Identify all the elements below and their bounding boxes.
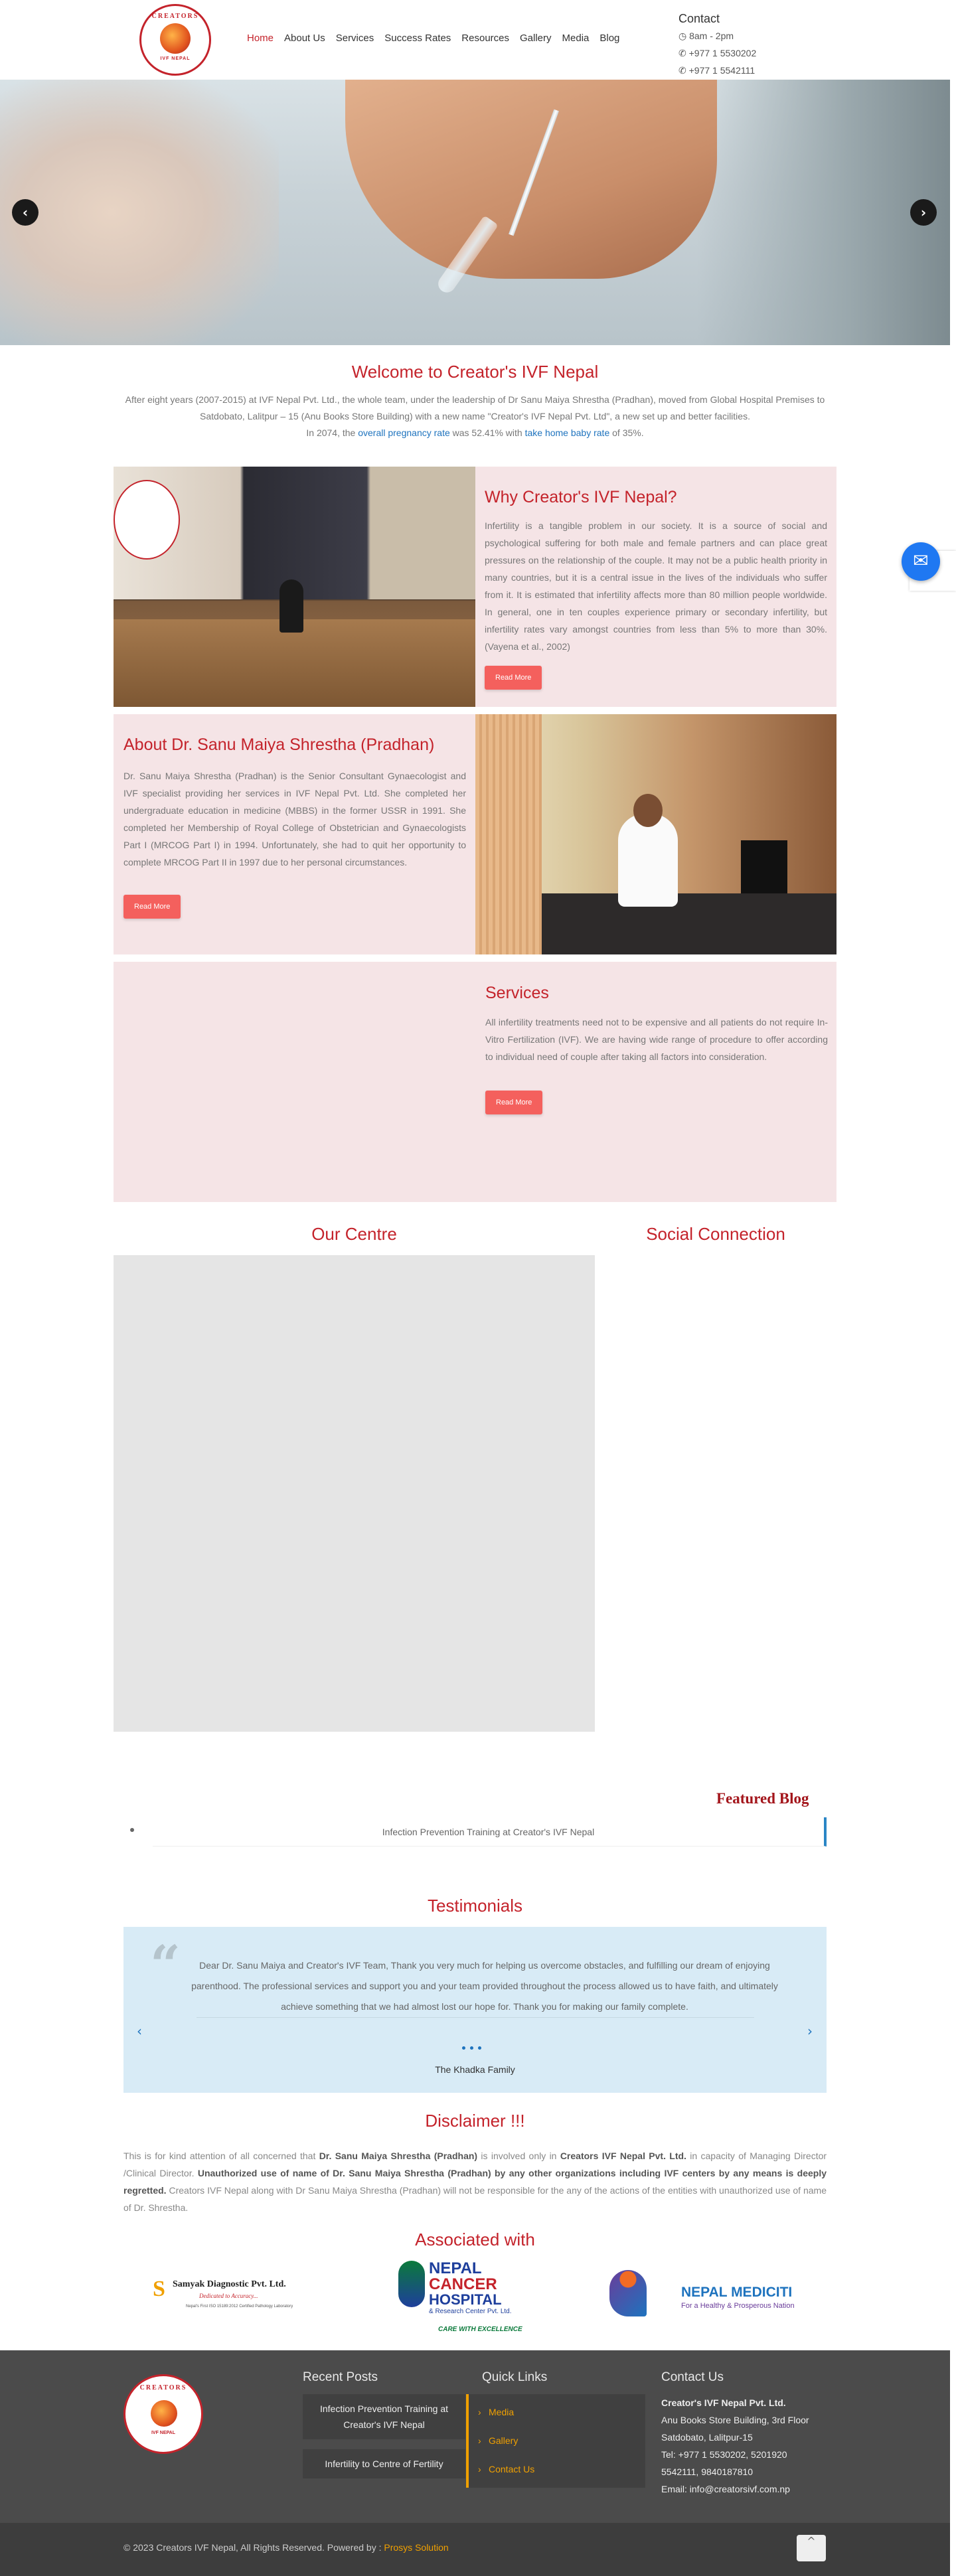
services-text: All infertility treatments need not to b…: [485, 1017, 828, 1062]
nav-blog[interactable]: Blog: [594, 31, 625, 46]
hero-slider: ‹ ›: [0, 80, 950, 345]
nav-success-rates[interactable]: Success Rates: [379, 31, 456, 46]
quick-link-media[interactable]: Media: [469, 2398, 645, 2427]
logo-emblem: [160, 23, 191, 54]
quick-link-gallery[interactable]: Gallery: [469, 2427, 645, 2455]
social-title: Social Connection: [646, 1224, 785, 1244]
recent-post-1[interactable]: Infection Prevention Training at Creator…: [303, 2394, 465, 2439]
phone-row-2[interactable]: ✆ +977 1 5542111: [678, 62, 811, 79]
site-logo[interactable]: CREATORS IVF NEPAL: [139, 4, 211, 76]
featured-blog-title: Featured Blog: [716, 1790, 809, 1807]
slider-dots: [462, 2046, 481, 2050]
testimonial-quote: Dear Dr. Sanu Maiya and Creator's IVF Te…: [191, 1960, 778, 2012]
main-nav: Home About Us Services Success Rates Res…: [242, 31, 625, 46]
recent-posts-title: Recent Posts: [303, 2370, 378, 2384]
footer-contact-info: Creator's IVF Nepal Pvt. Ltd. Anu Books …: [661, 2394, 827, 2498]
nav-gallery[interactable]: Gallery: [515, 31, 557, 46]
nav-resources[interactable]: Resources: [456, 31, 515, 46]
header-contact: Contact ◷ 8am - 2pm ✆ +977 1 5530202 ✆ +…: [678, 12, 811, 79]
testimonial-author: The Khadka Family: [435, 2064, 515, 2075]
phone-icon: ✆: [678, 65, 689, 76]
disclaimer-text: This is for kind attention of all concer…: [123, 2151, 827, 2213]
site-header: CREATORS IVF NEPAL Home About Us Service…: [0, 0, 950, 80]
baby-rate-link[interactable]: take home baby rate: [525, 427, 610, 438]
quick-link-contact[interactable]: Contact Us: [469, 2455, 645, 2484]
samyak-logo[interactable]: S Samyak Diagnostic Pvt. Ltd. Dedicated …: [153, 2277, 332, 2316]
pregnancy-rate-link[interactable]: overall pregnancy rate: [358, 427, 450, 438]
centre-map[interactable]: [114, 1255, 595, 1732]
about-read-more-button[interactable]: Read More: [123, 895, 181, 919]
nav-home[interactable]: Home: [242, 31, 279, 46]
blog-item[interactable]: Infection Prevention Training at Creator…: [153, 1817, 827, 1847]
nav-about[interactable]: About Us: [279, 31, 331, 46]
copyright: © 2023 Creators IVF Nepal, All Rights Re…: [123, 2542, 449, 2553]
our-centre-title: Our Centre: [311, 1224, 397, 1244]
welcome-title: Welcome to Creator's IVF Nepal: [351, 362, 599, 382]
recent-post-2[interactable]: Infertility to Centre of Fertility: [303, 2449, 465, 2478]
footer-email[interactable]: Email: info@creatorsivf.com.np: [661, 2480, 827, 2498]
footer-contact-title: Contact Us: [661, 2370, 724, 2384]
about-text: Dr. Sanu Maiya Shrestha (Pradhan) is the…: [123, 771, 466, 868]
chevron-right-icon[interactable]: ›: [910, 199, 937, 226]
phone-row-1[interactable]: ✆ +977 1 5530202: [678, 44, 811, 62]
chevron-left-icon[interactable]: ‹: [137, 2023, 142, 2039]
quick-links-title: Quick Links: [482, 2370, 548, 2384]
why-title: Why Creator's IVF Nepal?: [485, 488, 677, 506]
why-card: Why Creator's IVF Nepal? Infertility is …: [475, 467, 836, 707]
logo-text-top: CREATORS: [151, 13, 199, 20]
associated-title: Associated with: [415, 2230, 535, 2249]
nav-media[interactable]: Media: [557, 31, 595, 46]
back-to-top-icon[interactable]: ^: [797, 2535, 826, 2561]
disclaimer-title: Disclaimer !!!: [425, 2111, 525, 2131]
welcome-text: After eight years (2007-2015) at IVF Nep…: [125, 394, 825, 438]
quick-links: Media Gallery Contact Us: [466, 2394, 645, 2488]
contact-title: Contact: [678, 12, 720, 25]
nepal-mediciti-logo[interactable]: NEPAL MEDICITI For a Healthy & Prosperou…: [609, 2270, 815, 2323]
doctor-photo: [475, 714, 836, 954]
reception-photo: [114, 467, 475, 707]
footer-logo[interactable]: CREATORS IVF NEPAL: [123, 2374, 203, 2454]
phone-icon: ✆: [678, 48, 689, 58]
services-read-more-button[interactable]: Read More: [485, 1091, 543, 1114]
why-text: Infertility is a tangible problem in our…: [485, 520, 827, 652]
footer-bottom: © 2023 Creators IVF Nepal, All Rights Re…: [0, 2523, 950, 2576]
testimonials-title: Testimonials: [427, 1896, 523, 1916]
nav-services[interactable]: Services: [331, 31, 380, 46]
messenger-icon[interactable]: ✉: [902, 542, 940, 581]
services-title: Services: [485, 984, 549, 1002]
nepal-cancer-hospital-logo[interactable]: NEPAL CANCER HOSPITAL & Research Center …: [398, 2257, 558, 2336]
about-title: About Dr. Sanu Maiya Shrestha (Pradhan): [123, 735, 435, 754]
quote-icon: “: [150, 1933, 181, 1996]
powered-by-link[interactable]: Prosys Solution: [384, 2542, 448, 2553]
hours-row: ◷ 8am - 2pm: [678, 31, 734, 41]
about-card: About Dr. Sanu Maiya Shrestha (Pradhan) …: [114, 714, 475, 954]
clock-icon: ◷: [678, 31, 690, 41]
chevron-left-icon[interactable]: ‹: [12, 199, 39, 226]
why-read-more-button[interactable]: Read More: [485, 666, 542, 690]
chevron-right-icon[interactable]: ›: [807, 2023, 813, 2039]
logo-text-bottom: IVF NEPAL: [160, 56, 191, 61]
services-card: Services All infertility treatments need…: [114, 962, 836, 1202]
